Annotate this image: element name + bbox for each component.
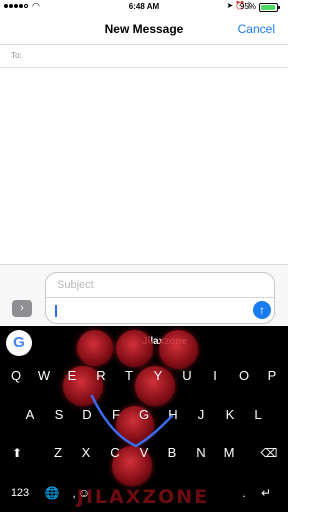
battery-fill xyxy=(261,5,276,10)
key-p[interactable]: P xyxy=(260,363,284,389)
key-n[interactable]: N xyxy=(189,440,213,466)
message-box: ↑ xyxy=(45,272,275,324)
watermark-logo: JILAXZONE xyxy=(76,486,210,508)
key-c[interactable]: C xyxy=(103,440,127,466)
key-e[interactable]: E xyxy=(60,363,84,389)
key-q[interactable]: Q xyxy=(4,363,28,389)
key-s[interactable]: S xyxy=(47,402,71,428)
key-a[interactable]: A xyxy=(18,402,42,428)
nav-bar: New Message Cancel xyxy=(0,14,288,45)
send-arrow-icon[interactable]: ↑ xyxy=(253,301,271,319)
key-g[interactable]: G xyxy=(132,402,156,428)
subject-input[interactable] xyxy=(55,278,259,292)
subject-field[interactable] xyxy=(46,273,274,298)
keyboard: G Jilaxzone Q W E R T Y U I O P A S D F … xyxy=(0,326,288,512)
key-k[interactable]: K xyxy=(218,402,242,428)
battery-percent: 95% xyxy=(239,2,256,11)
cancel-button[interactable]: Cancel xyxy=(238,22,275,36)
key-h[interactable]: H xyxy=(161,402,185,428)
to-field[interactable]: To: xyxy=(0,45,288,68)
return-icon[interactable]: ↵ xyxy=(254,480,278,506)
key-t[interactable]: T xyxy=(117,363,141,389)
backspace-icon[interactable]: ⌫ xyxy=(257,440,281,466)
shift-icon[interactable]: ⬆ xyxy=(5,440,29,466)
status-bar: ◠ 6:48 AM ➤⏰ᛒ 95% xyxy=(0,0,288,14)
battery-icon xyxy=(259,3,280,12)
numbers-key[interactable]: 123 xyxy=(6,480,34,506)
key-r[interactable]: R xyxy=(89,363,113,389)
key-m[interactable]: M xyxy=(217,440,241,466)
key-f[interactable]: F xyxy=(104,402,128,428)
location-icon: ➤ xyxy=(226,1,236,10)
to-label: To: xyxy=(11,51,22,60)
expand-icon[interactable]: › xyxy=(12,300,32,317)
suggestion-chip[interactable]: Jilaxzone xyxy=(142,336,187,347)
google-g-icon[interactable]: G xyxy=(6,330,32,356)
key-d[interactable]: D xyxy=(75,402,99,428)
key-i[interactable]: I xyxy=(203,363,227,389)
key-o[interactable]: O xyxy=(232,363,256,389)
key-y[interactable]: Y xyxy=(146,363,170,389)
key-w[interactable]: W xyxy=(32,363,56,389)
text-caret xyxy=(55,305,57,317)
key-x[interactable]: X xyxy=(74,440,98,466)
key-u[interactable]: U xyxy=(175,363,199,389)
key-j[interactable]: J xyxy=(189,402,213,428)
compose-bar: › ↑ xyxy=(0,264,288,327)
key-z[interactable]: Z xyxy=(46,440,70,466)
key-b[interactable]: B xyxy=(160,440,184,466)
swipe-bubble xyxy=(77,330,113,366)
key-l[interactable]: L xyxy=(246,402,270,428)
key-v[interactable]: V xyxy=(132,440,156,466)
message-field[interactable]: ↑ xyxy=(46,298,274,323)
period-key[interactable]: . xyxy=(232,480,256,506)
